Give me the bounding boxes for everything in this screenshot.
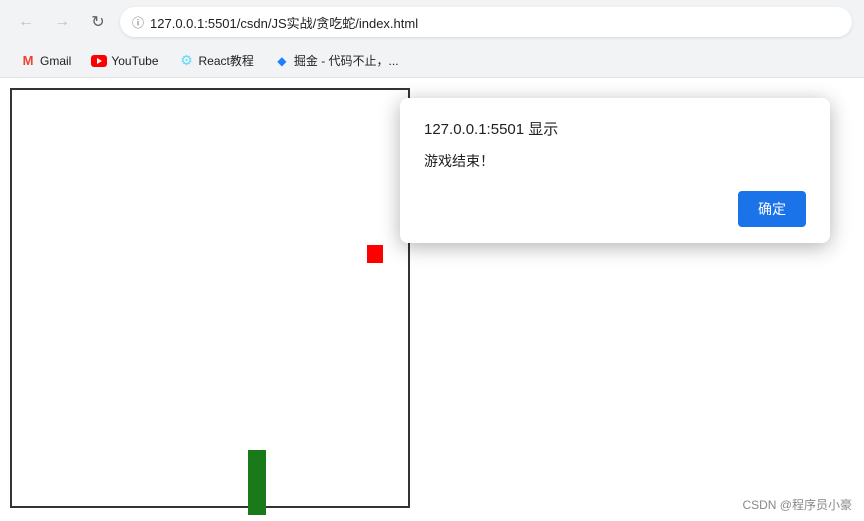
forward-button[interactable]: → <box>48 8 76 36</box>
alert-buttons: 确定 <box>424 191 806 227</box>
gmail-icon: M <box>23 53 34 68</box>
react-icon: ⚙ <box>180 52 193 69</box>
nav-bar: ← → ↻ ⓘ 127.0.0.1:5501/csdn/JS实战/贪吃蛇/ind… <box>0 0 864 44</box>
alert-overlay: 127.0.0.1:5501 显示 游戏结束！ 确定 <box>0 78 864 521</box>
address-bar[interactable]: ⓘ 127.0.0.1:5501/csdn/JS实战/贪吃蛇/index.htm… <box>120 7 852 37</box>
url-text: 127.0.0.1:5501/csdn/JS实战/贪吃蛇/index.html <box>150 13 418 32</box>
gmail-favicon: M <box>20 53 36 69</box>
bookmark-react[interactable]: ⚙ React教程 <box>171 48 262 73</box>
bookmark-gmail[interactable]: M Gmail <box>12 49 79 73</box>
lock-icon: ⓘ <box>132 14 144 31</box>
alert-message: 游戏结束！ <box>424 151 806 171</box>
alert-dialog: 127.0.0.1:5501 显示 游戏结束！ 确定 <box>400 98 830 243</box>
bookmark-youtube-label: YouTube <box>111 54 158 68</box>
bookmark-juejin-label: 掘金 - 代码不止，... <box>294 52 399 69</box>
youtube-icon <box>91 55 107 67</box>
back-button[interactable]: ← <box>12 8 40 36</box>
browser-chrome: ← → ↻ ⓘ 127.0.0.1:5501/csdn/JS实战/贪吃蛇/ind… <box>0 0 864 78</box>
back-icon: ← <box>18 13 34 31</box>
reload-icon: ↻ <box>91 12 104 32</box>
alert-ok-button[interactable]: 确定 <box>738 191 806 227</box>
csdn-watermark: CSDN @程序员小豪 <box>742 496 852 513</box>
reload-button[interactable]: ↻ <box>84 8 112 36</box>
juejin-favicon: ◆ <box>274 53 290 69</box>
react-favicon: ⚙ <box>179 53 195 69</box>
bookmarks-bar: M Gmail YouTube ⚙ React教程 ◆ 掘金 - 代码不止，..… <box>0 44 864 78</box>
juejin-icon: ◆ <box>277 54 286 68</box>
youtube-favicon <box>91 53 107 69</box>
bookmark-react-label: React教程 <box>199 52 254 69</box>
page-content: 127.0.0.1:5501 显示 游戏结束！ 确定 CSDN @程序员小豪 <box>0 78 864 521</box>
forward-icon: → <box>54 13 70 31</box>
bookmark-juejin[interactable]: ◆ 掘金 - 代码不止，... <box>266 48 407 73</box>
bookmark-youtube[interactable]: YouTube <box>83 49 166 73</box>
youtube-play-triangle <box>97 58 102 64</box>
bookmark-gmail-label: Gmail <box>40 54 71 68</box>
alert-title: 127.0.0.1:5501 显示 <box>424 118 806 139</box>
